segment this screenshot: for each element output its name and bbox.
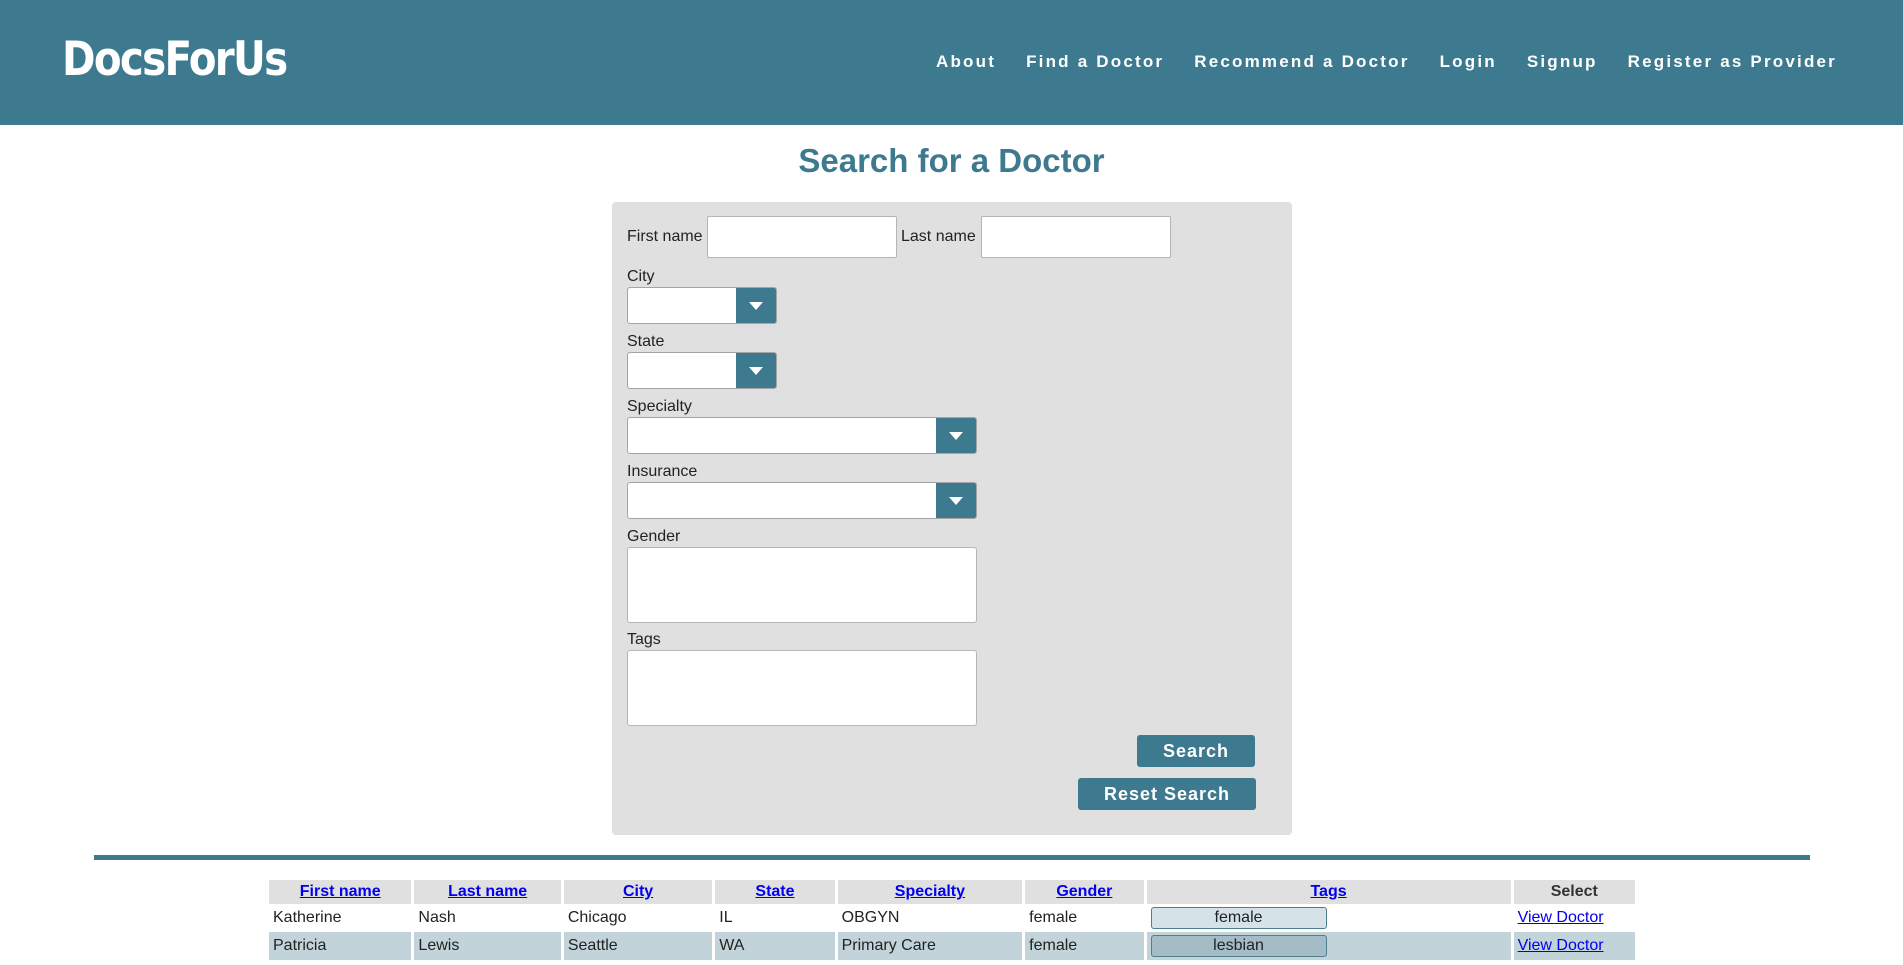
cell-select: View Doctor <box>1514 904 1635 932</box>
table-row: Patricia Lewis Seattle WA Primary Care f… <box>269 932 1635 960</box>
specialty-label: Specialty <box>627 398 692 415</box>
site-logo[interactable]: DocsForUs <box>62 32 288 87</box>
nav-find-doctor[interactable]: Find a Doctor <box>1026 52 1164 72</box>
col-header-city[interactable]: City <box>563 880 713 904</box>
section-divider <box>94 855 1810 860</box>
cell-specialty: OBGYN <box>841 909 900 926</box>
cell-gender: female <box>1029 909 1078 926</box>
cell-tags: female <box>1147 904 1511 932</box>
chevron-down-icon[interactable] <box>936 418 976 453</box>
cell-last-name: Lewis <box>414 932 561 960</box>
col-header-select: Select <box>1513 880 1635 904</box>
col-header-state[interactable]: State <box>715 880 835 904</box>
gender-listbox[interactable] <box>627 547 977 623</box>
city-label: City <box>627 268 655 285</box>
insurance-select[interactable] <box>627 482 977 519</box>
state-label: State <box>627 333 665 350</box>
tags-listbox[interactable] <box>627 650 977 726</box>
sort-gender-link[interactable]: Gender <box>1056 883 1112 900</box>
sort-first-name-link[interactable]: First name <box>300 883 381 900</box>
first-name-input[interactable] <box>707 216 897 258</box>
col-header-specialty[interactable]: Specialty <box>837 880 1023 904</box>
col-header-gender[interactable]: Gender <box>1025 880 1144 904</box>
specialty-select[interactable] <box>627 417 977 454</box>
cell-first-name: Katherine <box>273 909 342 926</box>
sort-state-link[interactable]: State <box>755 883 794 900</box>
state-select[interactable] <box>627 352 777 389</box>
cell-state: IL <box>719 909 733 926</box>
last-name-input[interactable] <box>981 216 1171 258</box>
table-row: Katherine Nash Chicago IL OBGYN female f… <box>269 904 1635 932</box>
cell-state: WA <box>715 932 835 960</box>
col-header-last-name[interactable]: Last name <box>414 880 561 904</box>
insurance-label: Insurance <box>627 463 698 480</box>
cell-gender: female <box>1025 932 1144 960</box>
nav-login[interactable]: Login <box>1440 52 1497 72</box>
page-title: Search for a Doctor <box>798 142 1105 179</box>
tags-label: Tags <box>627 631 661 648</box>
cell-first-name: Patricia <box>269 932 412 960</box>
reset-search-button[interactable]: Reset Search <box>1078 778 1256 810</box>
results-table: First name Last name City State Specialt… <box>266 880 1638 960</box>
main-nav: About Find a Doctor Recommend a Doctor L… <box>936 52 1837 72</box>
sort-tags-link[interactable]: Tags <box>1310 883 1346 900</box>
cell-city: Seattle <box>563 932 713 960</box>
table-header-row: First name Last name City State Specialt… <box>269 880 1635 904</box>
cell-last-name: Nash <box>418 909 456 926</box>
chevron-down-icon[interactable] <box>736 288 776 323</box>
sort-specialty-link[interactable]: Specialty <box>895 883 965 900</box>
tag-badge: female <box>1150 907 1327 929</box>
nav-about[interactable]: About <box>936 52 996 72</box>
search-form-panel: First name Last name City State Specialt… <box>612 202 1292 835</box>
sort-city-link[interactable]: City <box>623 883 653 900</box>
nav-recommend-doctor[interactable]: Recommend a Doctor <box>1194 52 1409 72</box>
cell-tags: lesbian <box>1146 932 1511 960</box>
nav-signup[interactable]: Signup <box>1527 52 1598 72</box>
first-name-label: First name <box>627 228 703 245</box>
chevron-down-icon[interactable] <box>736 353 776 388</box>
site-header: DocsForUs About Find a Doctor Recommend … <box>0 0 1903 125</box>
cell-select: View Doctor <box>1513 932 1635 960</box>
col-header-first-name[interactable]: First name <box>269 880 412 904</box>
chevron-down-icon[interactable] <box>936 483 976 518</box>
city-select[interactable] <box>627 287 777 324</box>
cell-specialty: Primary Care <box>837 932 1023 960</box>
sort-last-name-link[interactable]: Last name <box>448 883 527 900</box>
last-name-label: Last name <box>901 228 976 245</box>
view-doctor-link[interactable]: View Doctor <box>1518 909 1604 926</box>
gender-label: Gender <box>627 528 681 545</box>
search-button[interactable]: Search <box>1137 735 1255 767</box>
view-doctor-link[interactable]: View Doctor <box>1518 937 1604 954</box>
nav-register-provider[interactable]: Register as Provider <box>1628 52 1837 72</box>
col-header-tags[interactable]: Tags <box>1146 880 1511 904</box>
cell-city: Chicago <box>567 909 627 926</box>
tag-badge: lesbian <box>1150 935 1327 957</box>
